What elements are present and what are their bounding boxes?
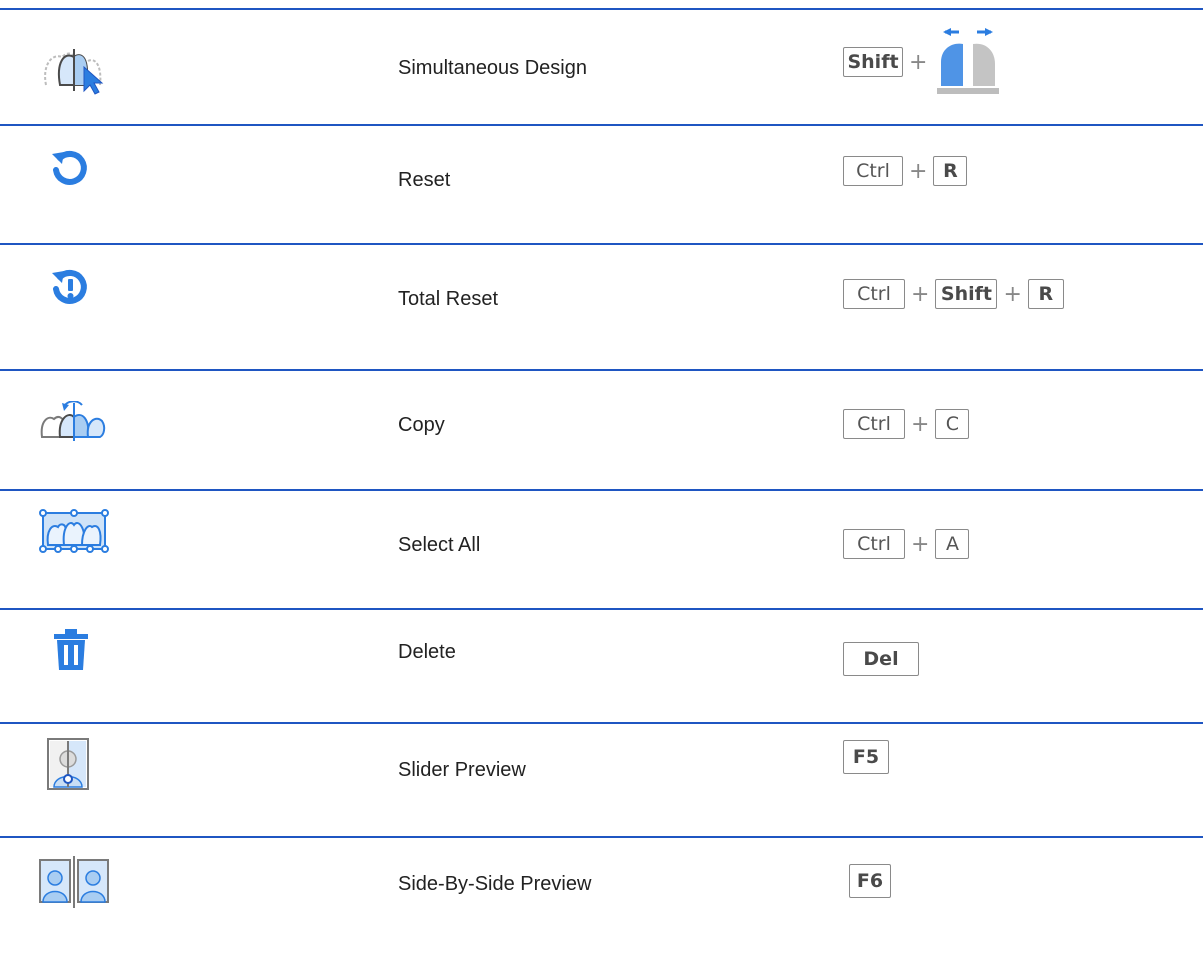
split-arrows-graphic <box>937 28 1000 94</box>
slider-preview-icon <box>38 734 118 794</box>
key-cap: Ctrl <box>843 409 905 439</box>
key-cap: C <box>935 409 970 439</box>
key-combo: Del <box>843 642 919 676</box>
key-combo: Ctrl + A <box>843 529 970 559</box>
select-all-teeth-icon <box>38 501 118 561</box>
plus-sign: + <box>909 158 928 184</box>
shortcut-row-side-by-side-preview: Side-By-Side Preview F6 <box>0 848 1203 958</box>
key-combo: F5 <box>843 740 889 774</box>
key-combo: Ctrl + C <box>843 409 970 439</box>
shortcut-row-simultaneous-design: Simultaneous Design Shift + <box>0 20 1203 130</box>
key-cap: R <box>933 156 968 186</box>
shortcut-label: Copy <box>398 414 445 436</box>
shortcut-row-slider-preview: Slider Preview F5 <box>0 734 1203 844</box>
key-combo: Ctrl + Shift + R <box>843 279 1064 309</box>
key-cap: Shift <box>935 279 998 309</box>
shortcut-row-select-all: Select All Ctrl + A <box>0 501 1203 611</box>
key-cap: R <box>1027 279 1064 309</box>
key-cap: A <box>935 529 970 559</box>
plus-sign: + <box>911 281 930 307</box>
key-combo: Ctrl + R <box>843 156 968 186</box>
key-cap: F5 <box>843 740 889 774</box>
key-cap: Shift <box>843 47 903 77</box>
shortcut-label: Slider Preview <box>398 759 526 781</box>
reset-icon <box>38 140 118 200</box>
plus-sign: + <box>1003 281 1022 307</box>
trash-icon <box>38 620 118 680</box>
side-by-side-preview-icon <box>38 852 118 912</box>
plus-sign: + <box>911 531 930 557</box>
divider <box>0 8 1203 10</box>
plus-sign: + <box>909 49 928 75</box>
shortcut-label: Reset <box>398 169 451 191</box>
key-cap: Del <box>843 642 919 676</box>
shortcut-row-total-reset: Total Reset Ctrl + Shift + R <box>0 255 1203 365</box>
key-cap: Ctrl <box>843 156 903 186</box>
shortcut-label: Select All <box>398 534 481 556</box>
key-combo: Shift + <box>843 26 1003 98</box>
shortcut-label: Side-By-Side Preview <box>398 873 592 895</box>
divider <box>0 369 1203 371</box>
shortcut-row-delete: Delete Del <box>0 620 1203 730</box>
simultaneous-design-icon <box>38 40 118 100</box>
copy-teeth-icon <box>38 391 118 451</box>
plus-sign: + <box>911 411 930 437</box>
shortcut-label: Delete <box>398 641 456 663</box>
shortcut-label: Total Reset <box>398 288 499 310</box>
key-cap: Ctrl <box>843 279 905 309</box>
key-cap: F6 <box>849 864 891 898</box>
total-reset-icon <box>38 259 118 319</box>
shortcut-label: Simultaneous Design <box>398 57 587 79</box>
key-combo: F6 <box>843 864 891 898</box>
shortcut-row-reset: Reset Ctrl + R <box>0 136 1203 246</box>
shortcut-row-copy: Copy Ctrl + C <box>0 381 1203 491</box>
key-cap: Ctrl <box>843 529 905 559</box>
